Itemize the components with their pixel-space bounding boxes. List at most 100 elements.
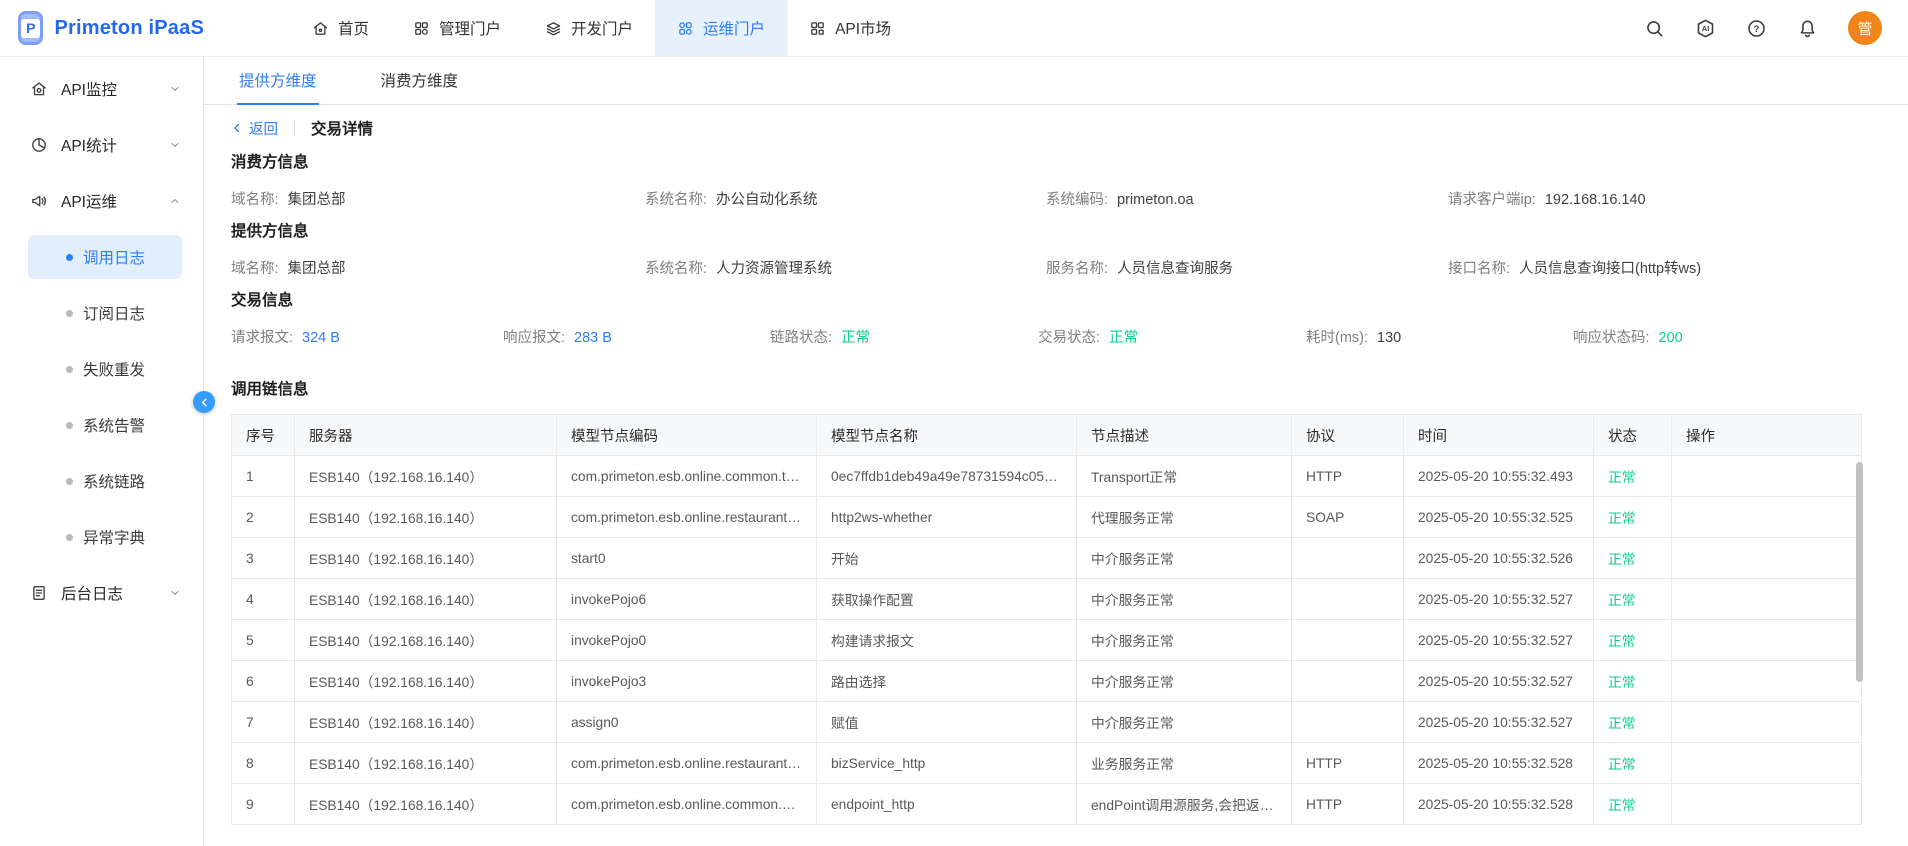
table-cell	[1292, 620, 1404, 661]
sidebar-group-2[interactable]: API运维	[0, 173, 203, 229]
detail-field: 接口名称:人员信息查询接口(http转ws)	[1448, 257, 1862, 278]
sidebar-item-link[interactable]: 系统告警	[28, 403, 182, 447]
sidebar-item-label: 异常字典	[83, 526, 145, 548]
bullet-icon	[66, 310, 73, 317]
detail-field: 系统编码:primeton.oa	[1046, 188, 1448, 209]
section-fields: 请求报文:324 B响应报文:283 B链路状态:正常交易状态:正常耗时(ms)…	[231, 326, 1862, 346]
field-value: 集团总部	[288, 261, 346, 277]
table-row[interactable]: 8ESB140（192.168.16.140）com.primeton.esb.…	[232, 743, 1862, 784]
table-cell: 中介服务正常	[1077, 538, 1292, 579]
table-cell: 中介服务正常	[1077, 702, 1292, 743]
sidebar-item-label: 系统链路	[83, 470, 145, 492]
table-cell: ESB140（192.168.16.140）	[295, 661, 557, 702]
field-value: 正常	[1109, 330, 1138, 346]
nav-item-1[interactable]: 管理门户	[391, 0, 523, 56]
field-label: 域名称:	[231, 261, 279, 277]
table-cell: 8	[232, 743, 295, 784]
field-value: 办公自动化系统	[716, 192, 818, 208]
table-row[interactable]: 7ESB140（192.168.16.140）assign0赋值中介服务正常20…	[232, 702, 1862, 743]
app-body: API监控API统计API运维调用日志订阅日志失败重发系统告警系统链路异常字典后…	[0, 57, 1908, 846]
sidebar-item-link[interactable]: 调用日志	[28, 235, 182, 279]
field-value[interactable]: 283 B	[574, 330, 612, 346]
table-row[interactable]: 2ESB140（192.168.16.140）com.primeton.esb.…	[232, 497, 1862, 538]
column-header: 服务器	[295, 415, 557, 456]
table-row[interactable]: 3ESB140（192.168.16.140）start0开始中介服务正常202…	[232, 538, 1862, 579]
detail-sections: 消费方信息域名称:集团总部系统名称:办公自动化系统系统编码:primeton.o…	[231, 153, 1862, 346]
table-row[interactable]: 1ESB140（192.168.16.140）com.primeton.esb.…	[232, 456, 1862, 497]
nav-item-4[interactable]: API市场	[787, 0, 913, 56]
column-header: 协议	[1292, 415, 1404, 456]
table-row[interactable]: 5ESB140（192.168.16.140）invokePojo0构建请求报文…	[232, 620, 1862, 661]
table-cell	[1292, 538, 1404, 579]
table-cell: 2025-05-20 10:55:32.527	[1404, 661, 1594, 702]
table-cell: 赋值	[817, 702, 1077, 743]
table-cell: ESB140（192.168.16.140）	[295, 784, 557, 825]
help-icon[interactable]: ?	[1746, 18, 1767, 39]
table-cell: 中介服务正常	[1077, 661, 1292, 702]
sidebar-item-label: 调用日志	[83, 246, 145, 268]
detail-field: 请求报文: 324 B	[231, 326, 503, 347]
api-market-icon	[809, 20, 826, 37]
table-cell	[1292, 579, 1404, 620]
table-cell	[1672, 538, 1862, 579]
table-cell: 获取操作配置	[817, 579, 1077, 620]
table-cell: assign0	[557, 702, 817, 743]
field-label: 交易状态:	[1038, 330, 1100, 346]
sidebar-item-label: 失败重发	[83, 358, 145, 380]
table-cell: 2025-05-20 10:55:32.528	[1404, 743, 1594, 784]
sidebar-group-1[interactable]: API统计	[0, 117, 203, 173]
nav-item-0[interactable]: 首页	[290, 0, 391, 56]
table-row[interactable]: 4ESB140（192.168.16.140）invokePojo6获取操作配置…	[232, 579, 1862, 620]
field-label: 请求报文:	[231, 330, 293, 346]
table-cell: ESB140（192.168.16.140）	[295, 538, 557, 579]
table-cell: 6	[232, 661, 295, 702]
detail-toolbar: 返回 交易详情	[231, 117, 1862, 139]
bell-icon[interactable]	[1797, 18, 1818, 39]
field-label: 请求客户端ip:	[1448, 192, 1536, 208]
nav-item-3[interactable]: 运维门户	[655, 0, 787, 56]
detail-field: 响应状态码:200	[1573, 326, 1862, 347]
brand[interactable]: P Primeton iPaaS	[0, 11, 204, 45]
tab-1[interactable]: 消费方维度	[379, 57, 461, 105]
field-label: 响应报文:	[503, 330, 565, 346]
table-scrollbar[interactable]	[1856, 462, 1863, 682]
tab-0[interactable]: 提供方维度	[237, 57, 319, 105]
field-label: 链路状态:	[770, 330, 832, 346]
nav-item-label: 运维门户	[703, 17, 765, 39]
sidebar-item-link[interactable]: 订阅日志	[28, 291, 182, 335]
sidebar-group-0[interactable]: API监控	[0, 61, 203, 117]
nav-item-2[interactable]: 开发门户	[523, 0, 655, 56]
field-value: 200	[1659, 330, 1683, 346]
sidebar-group-3[interactable]: 后台日志	[0, 565, 203, 621]
sidebar-item-2-4: 系统链路	[0, 453, 203, 509]
table-cell: 5	[232, 620, 295, 661]
bullet-icon	[66, 254, 73, 261]
megaphone-icon	[30, 192, 48, 210]
search-icon[interactable]	[1644, 18, 1665, 39]
sidebar-item-link[interactable]: 失败重发	[28, 347, 182, 391]
table-cell: 开始	[817, 538, 1077, 579]
sidebar-item-link[interactable]: 异常字典	[28, 515, 182, 559]
column-header: 序号	[232, 415, 295, 456]
table-row[interactable]: 9ESB140（192.168.16.140）com.primeton.esb.…	[232, 784, 1862, 825]
column-header: 模型节点编码	[557, 415, 817, 456]
sidebar-item-2-2: 失败重发	[0, 341, 203, 397]
sidebar-collapse-button[interactable]	[193, 391, 215, 413]
field-value[interactable]: 324 B	[302, 330, 340, 346]
primeton-logo-icon: P	[18, 11, 43, 45]
user-avatar[interactable]: 管	[1848, 11, 1882, 45]
table-cell: 代理服务正常	[1077, 497, 1292, 538]
field-label: 接口名称:	[1448, 261, 1510, 277]
table-row[interactable]: 6ESB140（192.168.16.140）invokePojo3路由选择中介…	[232, 661, 1862, 702]
section-title: 交易信息	[231, 291, 1862, 311]
table-cell: com.primeton.esb.online.common.end...	[557, 784, 817, 825]
back-button[interactable]: 返回	[231, 118, 278, 139]
field-value: 192.168.16.140	[1545, 192, 1646, 208]
ai-icon[interactable]: AI	[1695, 18, 1716, 39]
field-value: 人员信息查询服务	[1117, 261, 1233, 277]
sidebar-item-link[interactable]: 系统链路	[28, 459, 182, 503]
field-label: 系统编码:	[1046, 192, 1108, 208]
field-value: 人力资源管理系统	[716, 261, 832, 277]
sidebar-item-2-1: 订阅日志	[0, 285, 203, 341]
field-label: 耗时(ms):	[1306, 330, 1368, 346]
